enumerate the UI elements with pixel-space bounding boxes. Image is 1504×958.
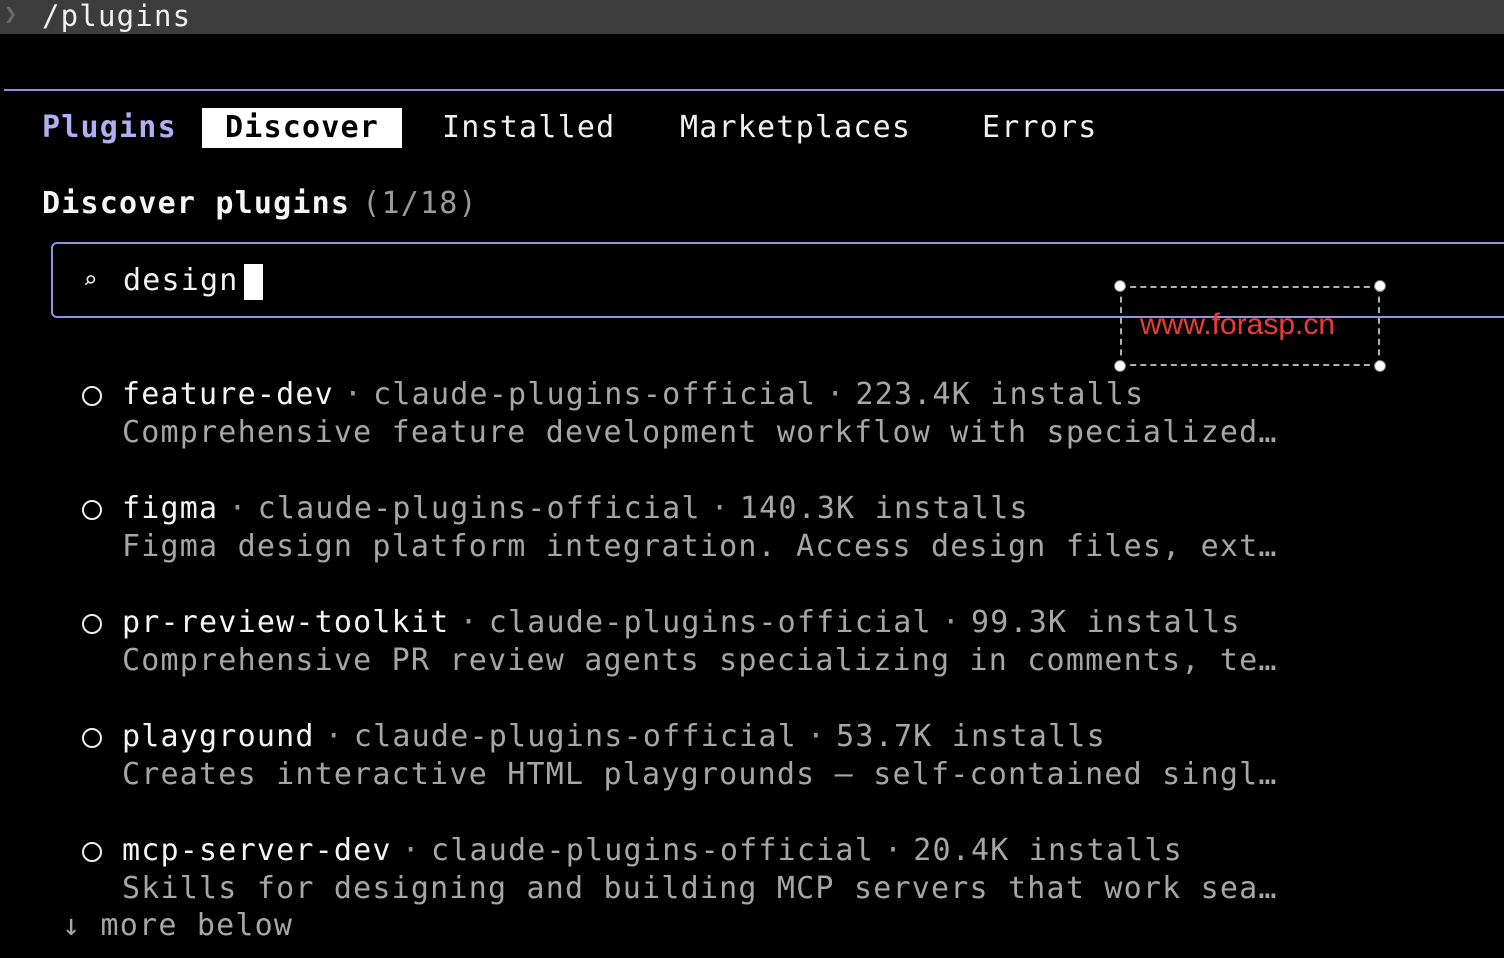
plugin-source: claude-plugins-official	[353, 719, 797, 754]
plugin-name: playground	[122, 719, 315, 754]
prompt-bar: ❯ /plugins	[0, 0, 1504, 34]
radio-icon[interactable]	[82, 613, 102, 634]
plugin-source: claude-plugins-official	[430, 833, 874, 868]
plugin-name: feature-dev	[122, 377, 334, 412]
watermark-handle	[1374, 360, 1386, 372]
plugin-installs: 20.4K installs	[913, 833, 1183, 868]
plugin-source: claude-plugins-official	[257, 491, 701, 526]
list-item[interactable]: feature-dev · claude-plugins-official · 223.…	[78, 376, 1278, 452]
radio-icon[interactable]	[82, 841, 102, 862]
plugin-name: figma	[122, 491, 219, 526]
list-item[interactable]: pr-review-toolkit · claude-plugins-officia…	[78, 604, 1278, 680]
plugin-description: Comprehensive feature development workfl…	[122, 415, 1278, 450]
plugin-installs: 223.4K installs	[855, 377, 1145, 412]
text-cursor	[244, 264, 263, 300]
radio-icon[interactable]	[82, 499, 102, 520]
watermark-handle	[1114, 360, 1126, 372]
plugin-description: Skills for designing and building MCP se…	[122, 871, 1278, 906]
search-input[interactable]	[123, 258, 423, 302]
tab-plugins-heading: Plugins	[42, 110, 177, 145]
plugin-installs: 140.3K installs	[739, 491, 1029, 526]
more-below-text: more below	[100, 908, 294, 943]
list-item[interactable]: playground · claude-plugins-official · 53.7K…	[78, 718, 1278, 794]
plugins-screen: ❯ /plugins Plugins Discover Installed Ma…	[0, 0, 1504, 958]
divider	[4, 89, 1504, 91]
watermark-handle	[1114, 280, 1126, 292]
plugin-name: pr-review-toolkit	[122, 605, 450, 640]
list-item[interactable]: mcp-server-dev · claude-plugins-official · 2…	[78, 832, 1278, 908]
watermark: www.forasp.cn	[1140, 308, 1336, 341]
plugin-description: Creates interactive HTML playgrounds — s…	[122, 757, 1278, 792]
plugin-installs: 99.3K installs	[971, 605, 1241, 640]
page-title: Discover plugins (1/18)	[42, 186, 478, 221]
list-item[interactable]: figma · claude-plugins-official · 140.3K ins…	[78, 490, 1278, 566]
tab-discover[interactable]: Discover	[202, 108, 402, 148]
plugin-source: claude-plugins-official	[488, 605, 932, 640]
tab-marketplaces[interactable]: Marketplaces	[680, 108, 911, 148]
more-below-indicator: ↓ more below	[62, 908, 293, 943]
watermark-handle	[1374, 280, 1386, 292]
plugin-description: Figma design platform integration. Acces…	[122, 529, 1278, 564]
tab-errors[interactable]: Errors	[982, 108, 1098, 148]
tab-installed[interactable]: Installed	[442, 108, 615, 148]
plugin-installs: 53.7K installs	[836, 719, 1106, 754]
plugin-source: claude-plugins-official	[373, 377, 817, 412]
search-icon: ⌕	[83, 266, 98, 294]
chevron-right-icon: ❯	[4, 2, 18, 27]
command-text: /plugins	[42, 0, 192, 33]
section-title-text: Discover plugins	[42, 186, 351, 221]
arrow-down-icon: ↓	[62, 908, 82, 943]
plugin-name: mcp-server-dev	[122, 833, 392, 868]
radio-icon[interactable]	[82, 385, 102, 406]
radio-icon[interactable]	[82, 727, 102, 748]
result-count: (1/18)	[362, 186, 478, 221]
plugin-description: Comprehensive PR review agents specializ…	[122, 643, 1278, 678]
